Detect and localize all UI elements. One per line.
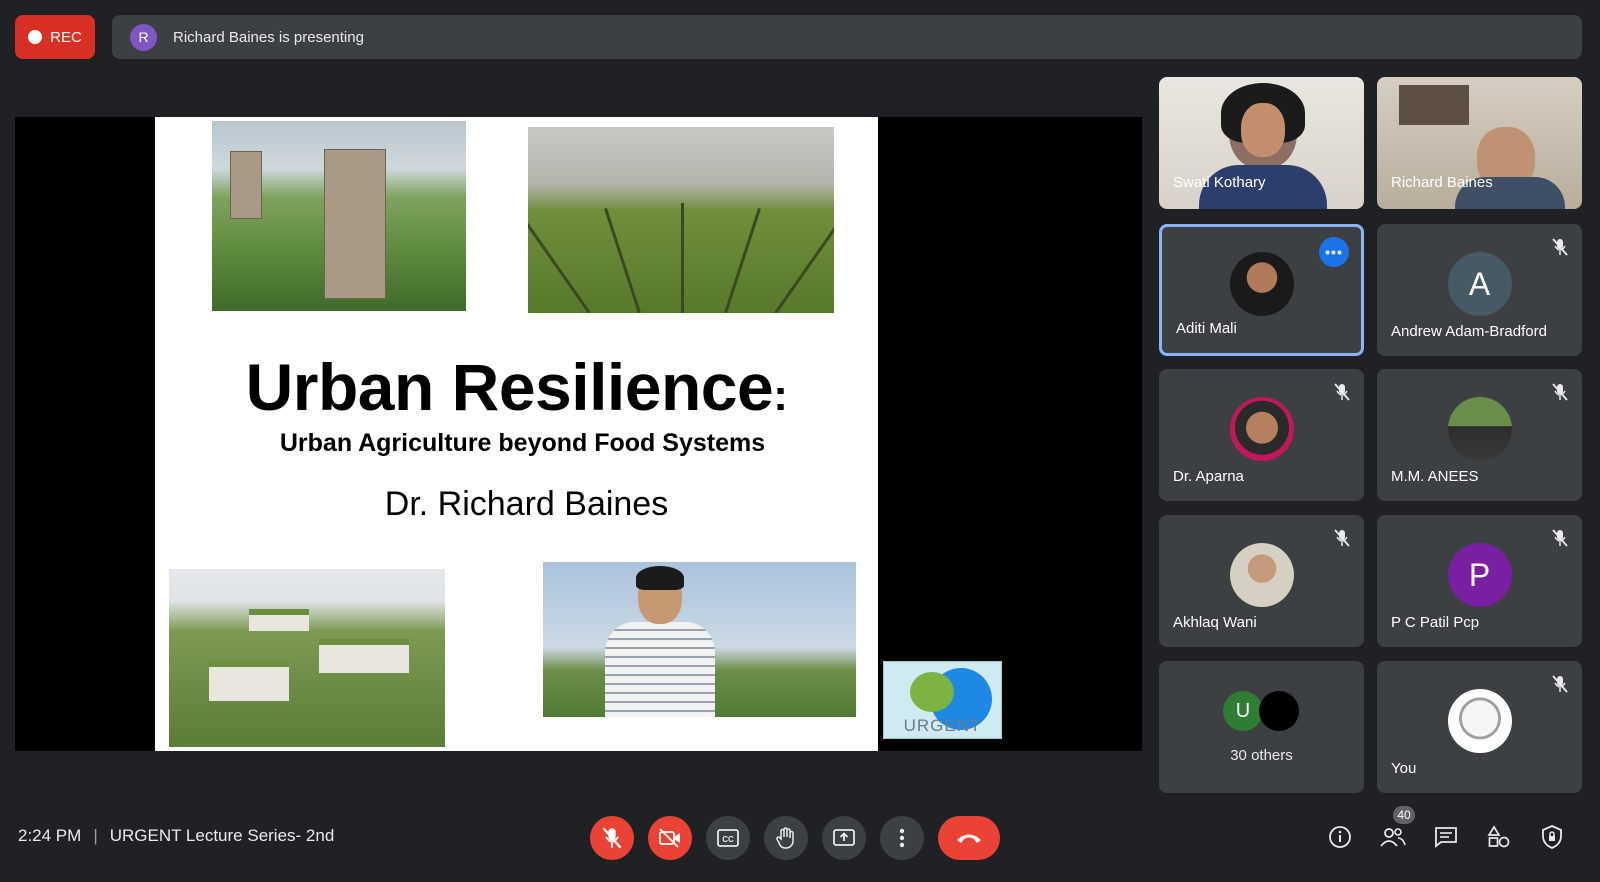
info-icon xyxy=(1329,826,1351,848)
slide-title: Urban Resilience: xyxy=(245,350,788,424)
meeting-title: URGENT Lecture Series- 2nd xyxy=(109,826,335,845)
meet-window: REC R Richard Baines is presenting Urban… xyxy=(0,0,1600,882)
leave-call-button[interactable] xyxy=(938,816,1000,860)
participant-name: Aditi Mali xyxy=(1176,320,1237,337)
participant-avatar xyxy=(1447,689,1512,753)
participant-tile-others[interactable]: U 30 others xyxy=(1159,661,1364,793)
participant-name: Richard Baines xyxy=(1391,174,1493,191)
slide-photo-green-roofs xyxy=(169,569,445,747)
captions-icon: CC xyxy=(717,829,739,847)
presenting-banner: R Richard Baines is presenting xyxy=(112,15,1582,59)
participant-name: Swati Kothary xyxy=(1173,174,1266,191)
participant-avatar xyxy=(1229,252,1294,316)
divider: | xyxy=(93,826,98,845)
present-icon xyxy=(833,829,855,846)
more-options-dots-icon[interactable]: ••• xyxy=(1319,237,1349,267)
mic-off-icon xyxy=(1334,529,1350,547)
participant-avatar xyxy=(1447,397,1512,461)
activities-icon xyxy=(1487,825,1510,848)
slide-subtitle: Urban Agriculture beyond Food Systems xyxy=(279,429,766,457)
activities-button[interactable] xyxy=(1484,822,1514,852)
urgent-logo: URGENT xyxy=(883,661,1002,739)
more-options-button[interactable] xyxy=(880,816,924,860)
chat-icon xyxy=(1435,827,1457,848)
present-now-button[interactable] xyxy=(822,816,866,860)
presentation-slide: Urban Resilience: Urban Agriculture beyo… xyxy=(155,117,878,751)
slide-photo-towers xyxy=(212,121,466,311)
participant-avatar xyxy=(1229,543,1294,607)
participant-avatar: P xyxy=(1447,543,1512,607)
presentation-stage: Urban Resilience: Urban Agriculture beyo… xyxy=(15,117,1142,751)
participant-avatar: A xyxy=(1447,252,1512,316)
mic-off-icon xyxy=(1552,383,1568,401)
camera-toggle-button[interactable] xyxy=(648,816,692,860)
mic-toggle-button[interactable] xyxy=(590,816,634,860)
camera-off-icon xyxy=(659,828,680,848)
clock-time: 2:24 PM xyxy=(18,826,82,845)
presenting-text: Richard Baines is presenting xyxy=(173,28,364,46)
end-call-icon xyxy=(957,834,981,843)
participant-tile-swati-kothary[interactable]: Swati Kothary xyxy=(1159,77,1364,209)
participant-tile-aditi-mali[interactable]: ••• Aditi Mali xyxy=(1159,224,1364,356)
participant-avatar xyxy=(1229,397,1294,461)
participant-tile-you[interactable]: You xyxy=(1377,661,1582,793)
participant-name: You xyxy=(1391,760,1417,777)
more-options-icon xyxy=(899,828,905,848)
people-button[interactable] xyxy=(1378,822,1408,852)
participant-name: Dr. Aparna xyxy=(1173,468,1244,485)
svg-text:CC: CC xyxy=(722,835,734,844)
others-avatar-blank xyxy=(1259,691,1299,731)
mic-off-icon xyxy=(1334,383,1350,401)
participant-name: Akhlaq Wani xyxy=(1173,614,1257,631)
captions-button[interactable]: CC xyxy=(706,816,750,860)
participant-tile-mm-anees[interactable]: M.M. ANEES xyxy=(1377,369,1582,501)
others-avatars: U xyxy=(1223,691,1303,731)
participant-tile-pc-patil-pcp[interactable]: P P C Patil Pcp xyxy=(1377,515,1582,647)
chat-button[interactable] xyxy=(1431,822,1461,852)
raise-hand-icon xyxy=(776,827,794,849)
participant-tile-richard-baines[interactable]: Richard Baines xyxy=(1377,77,1582,209)
host-controls-button[interactable] xyxy=(1537,822,1567,852)
recording-indicator[interactable]: REC xyxy=(15,15,95,59)
participant-count-badge: 40 xyxy=(1393,806,1415,824)
others-avatar-u: U xyxy=(1223,691,1263,731)
presenter-avatar: R xyxy=(130,23,157,51)
participant-tile-andrew-adam-bradford[interactable]: A Andrew Adam-Bradford xyxy=(1377,224,1582,356)
meeting-info: 2:24 PM | URGENT Lecture Series- 2nd xyxy=(18,826,334,846)
slide-author: Dr. Richard Baines xyxy=(384,485,669,523)
slide-photo-person xyxy=(543,562,856,717)
host-controls-icon xyxy=(1542,825,1562,849)
record-dot-icon xyxy=(28,30,43,44)
participant-name: Andrew Adam-Bradford xyxy=(1391,323,1547,340)
slide-photo-farm-rows xyxy=(528,127,834,313)
others-count-label: 30 others xyxy=(1230,747,1293,764)
mic-off-icon xyxy=(1552,529,1568,547)
participant-name: P C Patil Pcp xyxy=(1391,614,1480,631)
recording-label: REC xyxy=(50,28,82,46)
meeting-details-button[interactable] xyxy=(1325,822,1355,852)
raise-hand-button[interactable] xyxy=(764,816,808,860)
mic-off-icon xyxy=(1552,238,1568,256)
people-icon xyxy=(1380,828,1406,847)
participant-name: M.M. ANEES xyxy=(1391,468,1479,485)
participant-tile-dr-aparna[interactable]: Dr. Aparna xyxy=(1159,369,1364,501)
mic-off-icon xyxy=(1552,675,1568,693)
participant-tile-akhlaq-wani[interactable]: Akhlaq Wani xyxy=(1159,515,1364,647)
mic-off-icon xyxy=(602,827,622,849)
